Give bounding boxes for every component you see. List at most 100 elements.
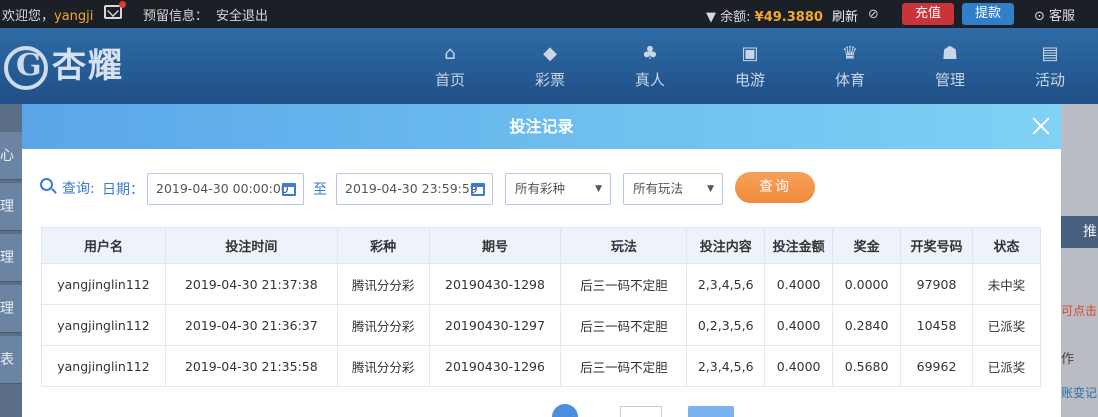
sports-icon: ♛ (841, 43, 859, 64)
cell-play: 后三一码不定胆 (560, 304, 688, 346)
cell-draw-number: 69962 (900, 345, 974, 387)
lottery-icon: ◆ (543, 43, 557, 64)
cell-status: 未中奖 (972, 263, 1041, 305)
query-button[interactable]: 查询 (735, 172, 815, 203)
column-header[interactable]: 用户名 (41, 227, 166, 264)
close-icon[interactable] (1030, 115, 1052, 137)
bet-record-table: 用户名 投注时间 彩种 期号 玩法 投注内容 投注金额 奖金 开奖号码 状态 y… (41, 227, 1041, 387)
column-header[interactable]: 期号 (428, 227, 562, 264)
right-background-panel: 推 可点击 作 账变记 (1061, 104, 1098, 417)
logo-emblem-icon (4, 46, 48, 90)
cell-lottery: 腾讯分分彩 (336, 263, 430, 305)
sidebar-item[interactable]: 理 (0, 234, 22, 282)
logout-link[interactable]: 安全退出 (216, 5, 268, 24)
gift-icon: ▤ (1041, 43, 1059, 64)
left-sidebar: 心 理 理 理 表 (0, 104, 22, 417)
cell-issue[interactable]: 20190430-1297 (428, 304, 562, 346)
column-header[interactable]: 开奖号码 (900, 227, 974, 264)
nav-item-sports[interactable]: ♛ 体育 (800, 42, 900, 90)
end-date-input[interactable]: 2019-04-30 23:59:59 (336, 173, 493, 205)
column-header[interactable]: 投注金额 (764, 227, 834, 264)
cell-status: 已派奖 (972, 345, 1041, 387)
live-icon: ♣ (641, 43, 659, 64)
right-hint-text: 可点击 (1061, 304, 1098, 318)
nav-item-live[interactable]: ♣ 真人 (600, 42, 700, 90)
column-header[interactable]: 彩种 (336, 227, 430, 264)
calendar-icon[interactable] (282, 183, 296, 196)
cell-lottery: 腾讯分分彩 (336, 304, 430, 346)
table-row[interactable]: yangjinglin112 2019-04-30 21:36:37 腾讯分分彩… (41, 304, 1041, 346)
column-header[interactable]: 投注时间 (164, 227, 338, 264)
cell-content: 2,3,4,5,6 (686, 345, 766, 387)
site-logo[interactable]: 杏耀 (4, 38, 154, 98)
home-icon: ⌂ (444, 43, 456, 64)
cell-status: 已派奖 (972, 304, 1041, 346)
recharge-button[interactable]: 充值 (902, 3, 954, 25)
column-header[interactable]: 状态 (972, 227, 1041, 264)
table-row[interactable]: yangjinglin112 2019-04-30 21:35:58 腾讯分分彩… (41, 345, 1041, 387)
page-jump-input[interactable] (620, 406, 662, 417)
cell-bet-time: 2019-04-30 21:35:58 (164, 345, 338, 387)
customer-service-link[interactable]: ⊙ 客服 (1034, 5, 1075, 24)
cell-amount: 0.4000 (764, 263, 834, 305)
modal-header: 投注记录 (22, 104, 1061, 149)
right-tab: 推 (1061, 216, 1098, 248)
start-date-input[interactable]: 2019-04-30 00:00:00 (147, 173, 304, 205)
cell-amount: 0.4000 (764, 304, 834, 346)
sidebar-item[interactable]: 心 (0, 132, 22, 180)
query-label: 查询: (62, 181, 95, 197)
nav-item-home[interactable]: ⌂ 首页 (400, 42, 500, 90)
cell-play: 后三一码不定胆 (560, 263, 688, 305)
manage-icon: ☗ (941, 43, 959, 64)
nav-item-slots[interactable]: ▣ 电游 (700, 42, 800, 90)
balance-display: ▼ 余额: ¥49.3880 (706, 10, 823, 25)
sidebar-item[interactable]: 表 (0, 336, 22, 384)
column-header[interactable]: 奖金 (832, 227, 902, 264)
cell-amount: 0.4000 (764, 345, 834, 387)
top-bar: 欢迎您，yangji 预留信息： 安全退出 ▼ 余额: ¥49.3880 刷新 … (0, 0, 1098, 28)
lottery-type-select[interactable]: 所有彩种 ▼ (505, 173, 611, 205)
refresh-link[interactable]: 刷新 (832, 6, 858, 25)
play-type-select[interactable]: 所有玩法 ▼ (623, 173, 723, 205)
cell-content: 0,2,3,5,6 (686, 304, 766, 346)
mail-icon[interactable] (104, 1, 126, 19)
unread-dot (119, 1, 126, 8)
cell-issue[interactable]: 20190430-1296 (428, 345, 562, 387)
bet-record-modal: 投注记录 查询: 日期： 2019-04-30 00:00:00 至 2019-… (22, 104, 1061, 417)
filter-bar: 查询: 日期： 2019-04-30 00:00:00 至 2019-04-30… (22, 170, 1061, 206)
chevron-down-icon: ▼ (595, 184, 602, 194)
cell-issue[interactable]: 20190430-1298 (428, 263, 562, 305)
column-header[interactable]: 投注内容 (686, 227, 766, 264)
column-header[interactable]: 玩法 (560, 227, 688, 264)
cell-prize: 0.0000 (832, 263, 902, 305)
cell-username: yangjinglin112 (41, 345, 166, 387)
right-column-header: 作 (1061, 352, 1075, 367)
calendar-icon[interactable] (471, 183, 485, 196)
to-label: 至 (313, 182, 327, 198)
reserve-info-label: 预留信息： (143, 9, 209, 24)
chevron-down-icon: ▼ (707, 184, 714, 194)
cell-draw-number: 97908 (900, 263, 974, 305)
search-icon (40, 178, 53, 191)
welcome-text: 欢迎您，yangji (2, 9, 94, 24)
cell-prize: 0.2840 (832, 304, 902, 346)
table-row[interactable]: yangjinglin112 2019-04-30 21:37:38 腾讯分分彩… (41, 263, 1041, 305)
sidebar-item[interactable]: 理 (0, 285, 22, 333)
cell-prize: 0.5680 (832, 345, 902, 387)
date-label: 日期： (102, 182, 144, 198)
nav-item-manage[interactable]: ☗ 管理 (900, 42, 1000, 90)
main-nav: ⌂ 首页 ◆ 彩票 ♣ 真人 ▣ 电游 ♛ 体育 ☗ 管理 ▤ 活动 (400, 42, 1098, 90)
balance-amount: ¥49.3880 (754, 10, 823, 25)
sidebar-item[interactable]: 理 (0, 183, 22, 231)
nav-item-activity[interactable]: ▤ 活动 (1000, 42, 1098, 90)
cell-username: yangjinglin112 (41, 263, 166, 305)
withdraw-button[interactable]: 提款 (962, 3, 1014, 25)
cell-lottery: 腾讯分分彩 (336, 345, 430, 387)
nav-item-lottery[interactable]: ◆ 彩票 (500, 42, 600, 90)
cell-draw-number: 10458 (900, 304, 974, 346)
cell-play: 后三一码不定胆 (560, 345, 688, 387)
current-page-button[interactable] (552, 404, 578, 417)
hide-balance-icon[interactable]: ⊘ (868, 7, 879, 22)
go-button[interactable] (688, 406, 734, 417)
cell-content: 2,3,4,5,6 (686, 263, 766, 305)
